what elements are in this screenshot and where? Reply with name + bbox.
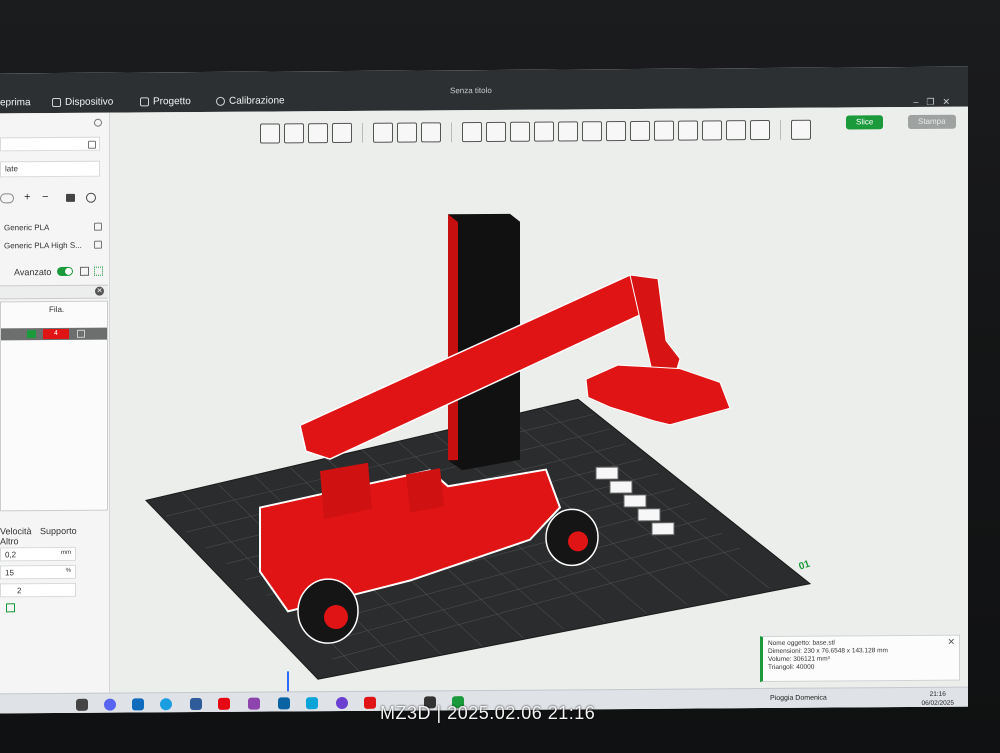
sync-icon[interactable] bbox=[0, 193, 14, 204]
object-info-panel: ✕ Nome oggetto: base.stl Dimensioni: 230… bbox=[760, 634, 960, 683]
settings-gear-icon[interactable] bbox=[94, 118, 102, 127]
edit-icon[interactable] bbox=[94, 240, 102, 249]
checkbox-icon[interactable] bbox=[6, 603, 15, 613]
tab-label: Progetto bbox=[153, 96, 191, 108]
tab-calibration[interactable]: Calibrazione bbox=[216, 95, 285, 107]
tab-device[interactable]: Dispositivo bbox=[52, 97, 113, 108]
tab-support[interactable]: Supporto bbox=[40, 526, 77, 536]
view-iso-icon[interactable] bbox=[651, 522, 675, 536]
model-mast-edge bbox=[448, 214, 458, 461]
layer-height-value: 0,2 bbox=[5, 550, 17, 560]
object-row-selected[interactable]: 4 bbox=[1, 327, 107, 341]
infill-unit: % bbox=[65, 567, 71, 574]
outlook-icon[interactable] bbox=[132, 698, 144, 711]
monitor-screen: Senza titolo eprima Dispositivo Progetto… bbox=[0, 66, 968, 714]
app-icon[interactable] bbox=[278, 697, 290, 710]
layer-height-input[interactable]: 0,2 mm bbox=[0, 546, 76, 562]
object-list-header: ✕ bbox=[0, 284, 108, 300]
advanced-toggle[interactable] bbox=[57, 266, 73, 276]
view-front-icon[interactable] bbox=[609, 480, 633, 494]
advanced-label: Avanzato bbox=[14, 267, 52, 278]
model-spreader[interactable] bbox=[585, 364, 731, 426]
visible-check-icon[interactable] bbox=[27, 330, 36, 339]
compare-icon[interactable] bbox=[80, 266, 89, 276]
infill-input[interactable]: 15 % bbox=[0, 564, 76, 580]
filament-settings-icon[interactable] bbox=[86, 192, 96, 203]
app-icon[interactable] bbox=[306, 697, 318, 710]
tab-label: Dispositivo bbox=[65, 96, 114, 108]
panel-header-row bbox=[0, 118, 108, 132]
view-right-icon[interactable] bbox=[637, 508, 661, 522]
edit-icon[interactable] bbox=[94, 222, 102, 231]
fila-column-header: Fila. bbox=[49, 304, 65, 315]
tab-speed[interactable]: Velocità bbox=[0, 526, 32, 536]
filament-name: Generic PLA High S... bbox=[4, 240, 82, 251]
wall-loops-value: 2 bbox=[17, 586, 22, 596]
tab-other[interactable]: Altro bbox=[0, 536, 19, 546]
close-list-icon[interactable]: ✕ bbox=[95, 286, 104, 296]
tab-label: Calibrazione bbox=[229, 95, 285, 107]
window-title: Senza titolo bbox=[450, 85, 492, 96]
advanced-row: Avanzato bbox=[0, 266, 108, 282]
model-wheel-hub bbox=[324, 605, 348, 630]
plate-corner-label: 01 bbox=[798, 559, 812, 573]
add-filament-icon[interactable]: + bbox=[24, 191, 30, 203]
dots-icon[interactable] bbox=[94, 266, 103, 276]
filament-row-1[interactable]: Generic PLA bbox=[0, 222, 108, 238]
edge-icon[interactable] bbox=[160, 698, 172, 711]
photo-stage: Senza titolo eprima Dispositivo Progetto… bbox=[0, 0, 1000, 753]
infill-value: 15 bbox=[5, 568, 14, 578]
view-top-icon[interactable] bbox=[595, 466, 619, 480]
file-explorer-icon[interactable] bbox=[190, 697, 202, 711]
filament-row-2[interactable]: Generic PLA High S... bbox=[0, 240, 108, 256]
filament-toolbar: + − bbox=[0, 191, 108, 208]
discord-icon[interactable] bbox=[104, 698, 116, 711]
restore-icon[interactable]: ❐ bbox=[926, 97, 942, 107]
filament-manager-icon[interactable] bbox=[66, 193, 75, 202]
model-cab[interactable] bbox=[406, 468, 444, 513]
wall-loops-stepper[interactable]: 2 bbox=[0, 582, 76, 598]
printer-select[interactable] bbox=[0, 136, 100, 152]
scene-svg: 01 bbox=[145, 213, 812, 713]
project-icon bbox=[140, 97, 149, 107]
view-left-icon[interactable] bbox=[623, 494, 647, 508]
close-icon[interactable]: ✕ bbox=[947, 637, 955, 647]
remove-filament-icon[interactable]: − bbox=[42, 191, 48, 203]
model-wheel-hub bbox=[568, 531, 588, 552]
task-view-icon[interactable] bbox=[76, 698, 88, 711]
app-icon[interactable] bbox=[364, 696, 376, 709]
tab-label: eprima bbox=[0, 97, 31, 109]
weather-widget[interactable]: Pioggia Domenica bbox=[770, 695, 827, 702]
left-settings-panel: late + − Generic PLA Generic PLA High S.… bbox=[0, 112, 110, 714]
system-clock[interactable]: 21:16 06/02/2025 bbox=[921, 690, 954, 708]
title-bar: Senza titolo eprima Dispositivo Progetto… bbox=[0, 66, 968, 114]
clock-time: 21:16 bbox=[929, 690, 946, 698]
app-icon[interactable] bbox=[336, 696, 348, 710]
minimize-icon[interactable]: – bbox=[913, 97, 926, 107]
app-icon[interactable] bbox=[248, 697, 260, 710]
tab-project[interactable]: Progetto bbox=[140, 96, 191, 107]
close-icon[interactable]: ✕ bbox=[942, 97, 958, 107]
netflix-icon[interactable] bbox=[218, 697, 230, 710]
object-list: Fila. 4 bbox=[0, 300, 108, 512]
param-tabs: Velocità Supporto Altro bbox=[0, 526, 108, 547]
3d-viewport[interactable]: Slice Stampa 01 ✕ Nome oggetto: base.stl… bbox=[110, 106, 968, 713]
device-icon bbox=[52, 97, 61, 108]
model-boom-head[interactable] bbox=[629, 274, 681, 380]
photo-watermark: MZ3D | 2025.02.06 21:16 bbox=[380, 703, 596, 723]
filament-badge[interactable]: 4 bbox=[43, 328, 69, 340]
plate-type-select[interactable]: late bbox=[0, 160, 100, 178]
edit-icon[interactable] bbox=[88, 140, 96, 149]
object-triangles: Triangoli: 40000 bbox=[768, 663, 815, 672]
layer-height-unit: mm bbox=[61, 549, 71, 556]
plate-type-value: late bbox=[5, 164, 18, 174]
clock-date: 06/02/2025 bbox=[921, 699, 954, 707]
tab-preview[interactable]: eprima bbox=[0, 97, 31, 108]
filament-name: Generic PLA bbox=[4, 223, 50, 233]
paint-icon[interactable] bbox=[77, 329, 85, 338]
calibration-icon bbox=[216, 96, 225, 106]
